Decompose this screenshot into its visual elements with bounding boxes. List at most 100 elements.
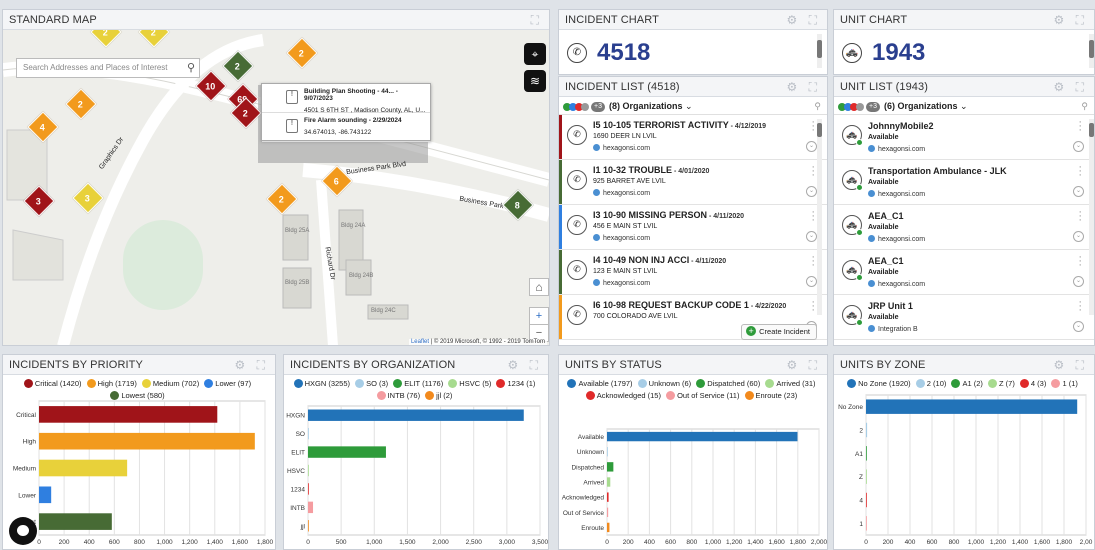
unit-name[interactable]: AEA_C1 (868, 256, 904, 266)
expand-icon[interactable]: ⌄ (1073, 186, 1084, 197)
search-icon[interactable]: ⚲ (187, 59, 195, 77)
expand-icon[interactable]: ⌄ (1073, 141, 1084, 152)
x-tick-label: 0 (37, 539, 41, 546)
popup-item[interactable]: ! Building Plan Shooting - 44... - 9/07/2… (262, 84, 430, 114)
incident-list-item[interactable]: ✆ I3 10-90 MISSING PERSON - 4/11/2020 45… (559, 205, 827, 250)
scrollbar[interactable] (1089, 34, 1094, 68)
incident-organization: hexagonsi.com (593, 189, 650, 197)
building-label: Bldg 24A (341, 223, 366, 229)
bar (308, 464, 309, 477)
unit-status: Available (868, 179, 899, 186)
home-icon[interactable]: ⌂ (529, 278, 549, 296)
incident-title[interactable]: I4 10-49 NON INJ ACCI - 4/11/2020 (593, 255, 726, 265)
incident-address: 925 BARRET AVE LVIL (593, 178, 666, 185)
incident-list-item[interactable]: ✆ I4 10-49 NON INJ ACCI - 4/11/2020 123 … (559, 250, 827, 295)
chart-panel-priority: INCIDENTS BY PRIORITY ⚙ ⛶ Critical (1420)… (2, 354, 276, 550)
more-options-icon[interactable]: · · · (1078, 162, 1082, 181)
search-icon[interactable]: ⚲ (814, 97, 821, 115)
expand-icon[interactable]: ⌄ (806, 231, 817, 242)
map-popup[interactable]: ! Building Plan Shooting - 44... - 9/07/2… (261, 83, 431, 142)
panel-controls[interactable]: ⛶ (531, 10, 543, 30)
panel-controls[interactable]: ⚙ ⛶ (787, 10, 822, 30)
create-incident-button[interactable]: Create Incident (741, 324, 817, 340)
unit-name[interactable]: AEA_C1 (868, 211, 904, 221)
incident-list-title: INCIDENT LIST (4518) (565, 81, 680, 93)
scrollbar[interactable] (817, 34, 822, 68)
x-tick-label: 400 (644, 539, 655, 546)
unit-list-item[interactable]: 🚓 AEA_C1 Available hexagonsi.com · · · ⌄ (834, 205, 1094, 250)
expand-icon[interactable]: ⌄ (806, 141, 817, 152)
bar (308, 427, 309, 440)
more-options-icon[interactable]: · · · (811, 117, 815, 136)
panel-header: STANDARD MAP ⛶ (3, 10, 549, 30)
x-tick-label: 1,000 (366, 539, 383, 546)
popup-item[interactable]: ! Fire Alarm sounding - 2/29/2024 34.67401… (262, 113, 430, 142)
panel-controls[interactable]: ⚙ ⛶ (1054, 10, 1089, 30)
unit-name[interactable]: Transportation Ambulance - JLK (868, 166, 1007, 176)
incident-icon: ✆ (567, 125, 587, 145)
x-tick-label: 400 (84, 539, 95, 546)
more-options-icon[interactable]: · · · (1078, 117, 1082, 136)
x-tick-label: 2,500 (466, 539, 483, 546)
priority-stripe (559, 160, 562, 204)
expand-icon[interactable]: ⌄ (1073, 321, 1084, 332)
more-options-icon[interactable]: · · · (1078, 297, 1082, 316)
org-filter[interactable]: +3 (6) Organizations ⌄ ⚲ (834, 97, 1094, 115)
unit-name[interactable]: JohnnyMobile2 (868, 121, 934, 131)
y-tick-label: Lower (18, 492, 37, 499)
incident-title[interactable]: I5 10-105 TERRORIST ACTIVITY - 4/12/2019 (593, 120, 766, 130)
more-options-icon[interactable]: · · · (1078, 252, 1082, 271)
unit-list-item[interactable]: 🚓 Transportation Ambulance - JLK Availab… (834, 160, 1094, 205)
more-options-icon[interactable]: · · · (1078, 207, 1082, 226)
expand-icon[interactable]: ⌄ (1073, 231, 1084, 242)
unit-count: 1943 (872, 39, 926, 66)
status-chart: 0 200 400 600 800 1,000 1,200 1,400 1,600 1,800 2,… (562, 428, 827, 546)
bar (607, 507, 609, 517)
incident-list-item[interactable]: ✆ I1 10-32 TROUBLE - 4/01/2020 925 BARRE… (559, 160, 827, 205)
more-options-icon[interactable]: · · · (811, 252, 815, 271)
search-icon[interactable]: ⚲ (1081, 97, 1088, 115)
unit-name[interactable]: JRP Unit 1 (868, 301, 913, 311)
priority-stripe (559, 205, 562, 249)
chat-icon[interactable] (9, 517, 37, 545)
incident-title[interactable]: I1 10-32 TROUBLE - 4/01/2020 (593, 165, 709, 175)
x-tick-label: 1,600 (1034, 539, 1051, 546)
scrollbar[interactable] (817, 119, 822, 315)
unit-list-item[interactable]: 🚓 JohnnyMobile2 Available hexagonsi.com … (834, 115, 1094, 160)
bar (866, 516, 867, 531)
zoom-in-button[interactable]: + (529, 307, 549, 325)
x-tick-label: 600 (109, 539, 120, 546)
x-tick-label: 3,500 (532, 539, 549, 546)
incident-title[interactable]: I3 10-90 MISSING PERSON - 4/11/2020 (593, 210, 744, 220)
locate-icon[interactable]: ⌖ (524, 43, 546, 65)
y-tick-label: Arrived (583, 480, 604, 487)
map-search-input[interactable]: Search Addresses and Places of Interest ⚲ (16, 58, 200, 78)
panel-controls[interactable]: ⚙ ⛶ (787, 77, 822, 97)
map-canvas[interactable]: Business Park Blvd Business Park B Graph… (3, 30, 549, 345)
more-options-icon[interactable]: · · · (811, 297, 815, 316)
y-tick-label: 1234 (291, 486, 306, 493)
unit-list-item[interactable]: 🚓 JRP Unit 1 Available Integration B · · ·… (834, 295, 1094, 340)
incident-title[interactable]: I6 10-98 REQUEST BACKUP CODE 1 - 4/22/20… (593, 300, 786, 310)
incident-address: 123 E MAIN ST LVIL (593, 268, 658, 275)
expand-icon[interactable]: ⌄ (806, 276, 817, 287)
scrollbar[interactable] (1089, 119, 1094, 315)
x-tick-label: 1,800 (790, 539, 807, 546)
incident-list-panel: INCIDENT LIST (4518) ⚙ ⛶ +3 (8) Organizati… (558, 76, 828, 346)
unit-list-item[interactable]: 🚓 AEA_C1 Available hexagonsi.com · · · ⌄ (834, 250, 1094, 295)
x-tick-label: 1,400 (1012, 539, 1029, 546)
incident-icon: ✆ (567, 260, 587, 280)
panel-controls[interactable]: ⚙ ⛶ (1054, 77, 1089, 97)
more-options-icon[interactable]: · · · (811, 207, 815, 226)
more-options-icon[interactable]: · · · (811, 162, 815, 181)
incident-icon: ✆ (567, 43, 587, 63)
layers-icon[interactable]: ≋ (524, 70, 546, 92)
vehicle-icon: 🚓 (842, 215, 863, 236)
expand-icon[interactable]: ⌄ (1073, 276, 1084, 287)
expand-icon[interactable]: ⌄ (806, 186, 817, 197)
org-filter[interactable]: +3 (8) Organizations ⌄ ⚲ (559, 97, 827, 115)
leaflet-link[interactable]: Leaflet (411, 339, 429, 345)
priority-stripe (559, 295, 562, 339)
incident-list-item[interactable]: ✆ I5 10-105 TERRORIST ACTIVITY - 4/12/20… (559, 115, 827, 160)
y-tick-label: High (23, 439, 37, 446)
